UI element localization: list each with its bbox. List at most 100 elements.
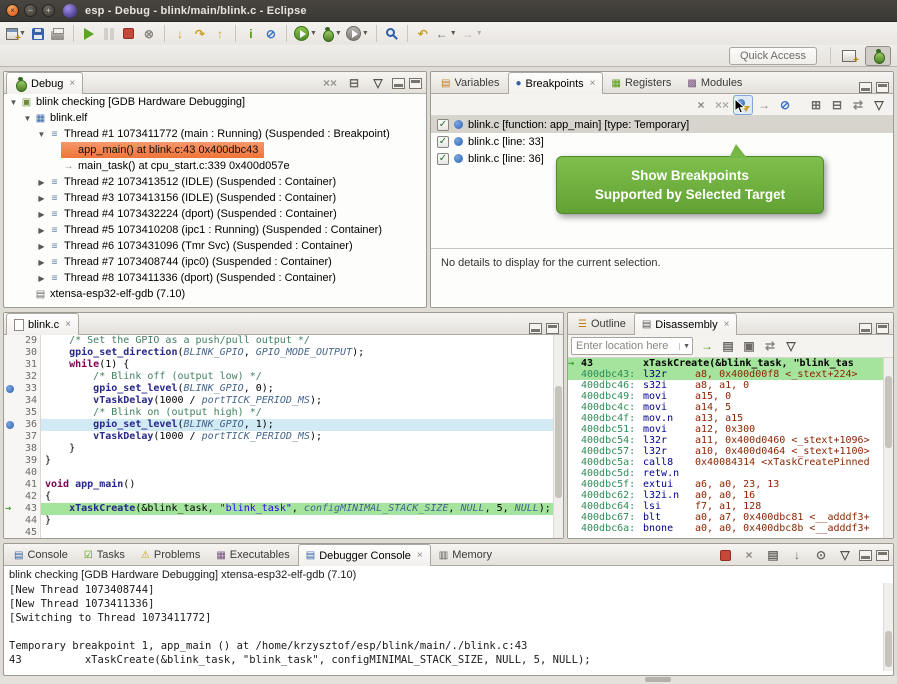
expander-icon[interactable]: ▶ [36,226,47,235]
disassembly-row[interactable]: 400dbc6a:bnonea0, a0, 0x400dbc8b <__addd… [568,523,893,534]
annotation-ruler[interactable] [4,347,17,359]
expander-icon[interactable]: ▼ [8,98,19,107]
run-button[interactable]: ▼ [292,24,319,44]
disassembly-row[interactable]: 400dbc57:l32ra10, 0x400d0464 <_stext+110… [568,446,893,457]
new-wizard-button[interactable]: ▼ [4,24,28,44]
view-menu-button[interactable]: ▽ [781,336,801,356]
debug-tree-item[interactable]: ▶≡Thread #2 1073413512 (IDLE) (Suspended… [4,174,426,190]
disassembly-row[interactable]: 400dbc4f:mov.na13, a15 [568,413,893,424]
maximize-button[interactable] [876,82,889,93]
skip-all-breakpoints-button[interactable]: ⊘ [775,95,795,115]
console-tab-problems[interactable]: ⚠Problems [133,544,208,565]
annotation-ruler[interactable] [4,359,17,371]
annotation-ruler[interactable] [4,395,17,407]
debug-tree-item[interactable]: ▶≡Thread #7 1073408744 (ipc0) (Suspended… [4,254,426,270]
close-button[interactable]: × [6,4,19,17]
remove-breakpoint-button[interactable]: × [691,95,711,115]
maximize-button[interactable] [409,78,422,89]
maximize-button[interactable] [546,323,559,334]
breakpoint-marker-icon[interactable] [6,421,14,429]
line-number[interactable]: 45 [17,527,41,539]
line-number[interactable]: 34 [17,395,41,407]
debug-tree-item[interactable]: ▼▣blink checking [GDB Hardware Debugging… [4,94,426,110]
disassembly-row[interactable]: 400dbc49:movia15, 0 [568,391,893,402]
terminate-button[interactable] [119,24,139,44]
remove-launch-button[interactable]: × [739,545,759,565]
breakpoint-checkbox[interactable]: ✓ [437,119,449,131]
expander-icon[interactable]: ▼ [36,130,47,139]
resume-button[interactable] [79,24,99,44]
remove-all-breakpoints-button[interactable]: ×× [712,95,732,115]
debug-button[interactable]: ▼ [319,24,344,44]
external-tools-button[interactable]: ▼ [344,24,371,44]
line-number[interactable]: 42 [17,491,41,503]
annotation-ruler[interactable] [4,371,17,383]
annotation-ruler[interactable] [4,491,17,503]
debug-tree-item[interactable]: ▶≡Thread #8 1073411336 (dport) (Suspende… [4,270,426,286]
show-source-button[interactable]: ▤ [718,336,738,356]
console-tab-debugger-console[interactable]: ▤Debugger Console× [298,544,431,566]
expander-icon[interactable]: ▶ [36,274,47,283]
save-button[interactable] [28,24,48,44]
annotation-ruler[interactable] [4,335,17,347]
code-line[interactable]: 35 /* Blink on (output high) */ [4,407,563,419]
code-line[interactable]: 44} [4,515,563,527]
close-icon[interactable]: × [417,550,423,561]
disassembly-row[interactable]: 400dbc5f:extuia6, a0, 23, 13 [568,479,893,490]
debug-tree-item[interactable]: ▶≡Thread #5 1073410208 (ipc1 : Running) … [4,222,426,238]
line-number[interactable]: 35 [17,407,41,419]
debug-tree-item[interactable]: ▶≡Thread #3 1073413156 (IDLE) (Suspended… [4,190,426,206]
line-number[interactable]: 40 [17,467,41,479]
line-number[interactable]: 33 [17,383,41,395]
code-line[interactable]: 32 /* Blink off (output low) */ [4,371,563,383]
code-line[interactable]: 38 } [4,443,563,455]
code-editor[interactable]: 29 /* Set the GPIO as a push/pull output… [4,335,563,539]
external-tools-dropdown[interactable]: ▼ [362,30,369,37]
remove-all-terminated-button[interactable]: ×× [320,73,340,93]
close-icon[interactable]: × [590,78,596,89]
go-to-file-button[interactable]: → [754,95,774,115]
disassembly-row[interactable]: 400dbc54:l32ra11, 0x400d0460 <_stext+109… [568,435,893,446]
annotation-ruler[interactable] [4,467,17,479]
view-menu-button[interactable]: ▽ [368,73,388,93]
forward-button[interactable]: →▼ [459,24,485,44]
copy-button[interactable]: ▣ [739,336,759,356]
print-button[interactable] [48,24,68,44]
console-tab-executables[interactable]: ▦Executables [208,544,297,565]
console-vertical-scrollbar[interactable] [883,583,893,671]
expander-icon[interactable]: ▶ [36,194,47,203]
expander-icon[interactable]: ▶ [36,242,47,251]
terminate-button[interactable] [715,545,735,565]
last-edit-location-button[interactable]: ↶ [413,24,433,44]
breakpoints-tab-modules[interactable]: ▩Modules [679,72,750,93]
expander-icon[interactable]: ▼ [22,114,33,123]
link-with-debug-button[interactable]: ⇄ [848,95,868,115]
disassembly-row[interactable]: 400dbc4c:movia14, 5 [568,402,893,413]
console-tab-memory[interactable]: ▥Memory [431,544,500,565]
console-tab-console[interactable]: ▤Console [6,544,76,565]
breakpoint-checkbox[interactable]: ✓ [437,153,449,165]
disassembly-tab-outline[interactable]: ☰Outline [570,313,634,334]
annotation-ruler[interactable] [4,431,17,443]
code-line[interactable]: 36 gpio_set_level(BLINK_GPIO, 1); [4,419,563,431]
annotation-ruler[interactable] [4,443,17,455]
code-line[interactable]: 42{ [4,491,563,503]
instruction-stepping-button[interactable]: i [241,24,261,44]
expander-icon[interactable]: ▶ [36,178,47,187]
line-number[interactable]: 36 [17,419,41,431]
breakpoints-tab-registers[interactable]: ▦Registers [603,72,679,93]
code-line[interactable]: 33 gpio_set_level(BLINK_GPIO, 0); [4,383,563,395]
scrollbar-thumb[interactable] [885,376,892,448]
annotation-ruler[interactable] [4,527,17,539]
quick-access-button[interactable]: Quick Access [729,47,817,65]
view-menu-button[interactable]: ▽ [869,95,889,115]
debug-tree-item[interactable]: ▶≡Thread #4 1073432224 (dport) (Suspende… [4,206,426,222]
expand-all-button[interactable]: ⊞ [806,95,826,115]
debug-tree-item[interactable]: ▤xtensa-esp32-elf-gdb (7.10) [4,286,426,302]
annotation-ruler[interactable] [4,479,17,491]
disassembly-row[interactable]: 400dbc46:s32ia8, a1, 0 [568,380,893,391]
code-line[interactable]: 30 gpio_set_direction(BLINK_GPIO, GPIO_M… [4,347,563,359]
annotation-ruler[interactable] [4,455,17,467]
debug-tree-item[interactable]: ▶≡Thread #6 1073431096 (Tmr Svc) (Suspen… [4,238,426,254]
disassembly-row[interactable]: 400dbc64:lsif7, a1, 128 [568,501,893,512]
